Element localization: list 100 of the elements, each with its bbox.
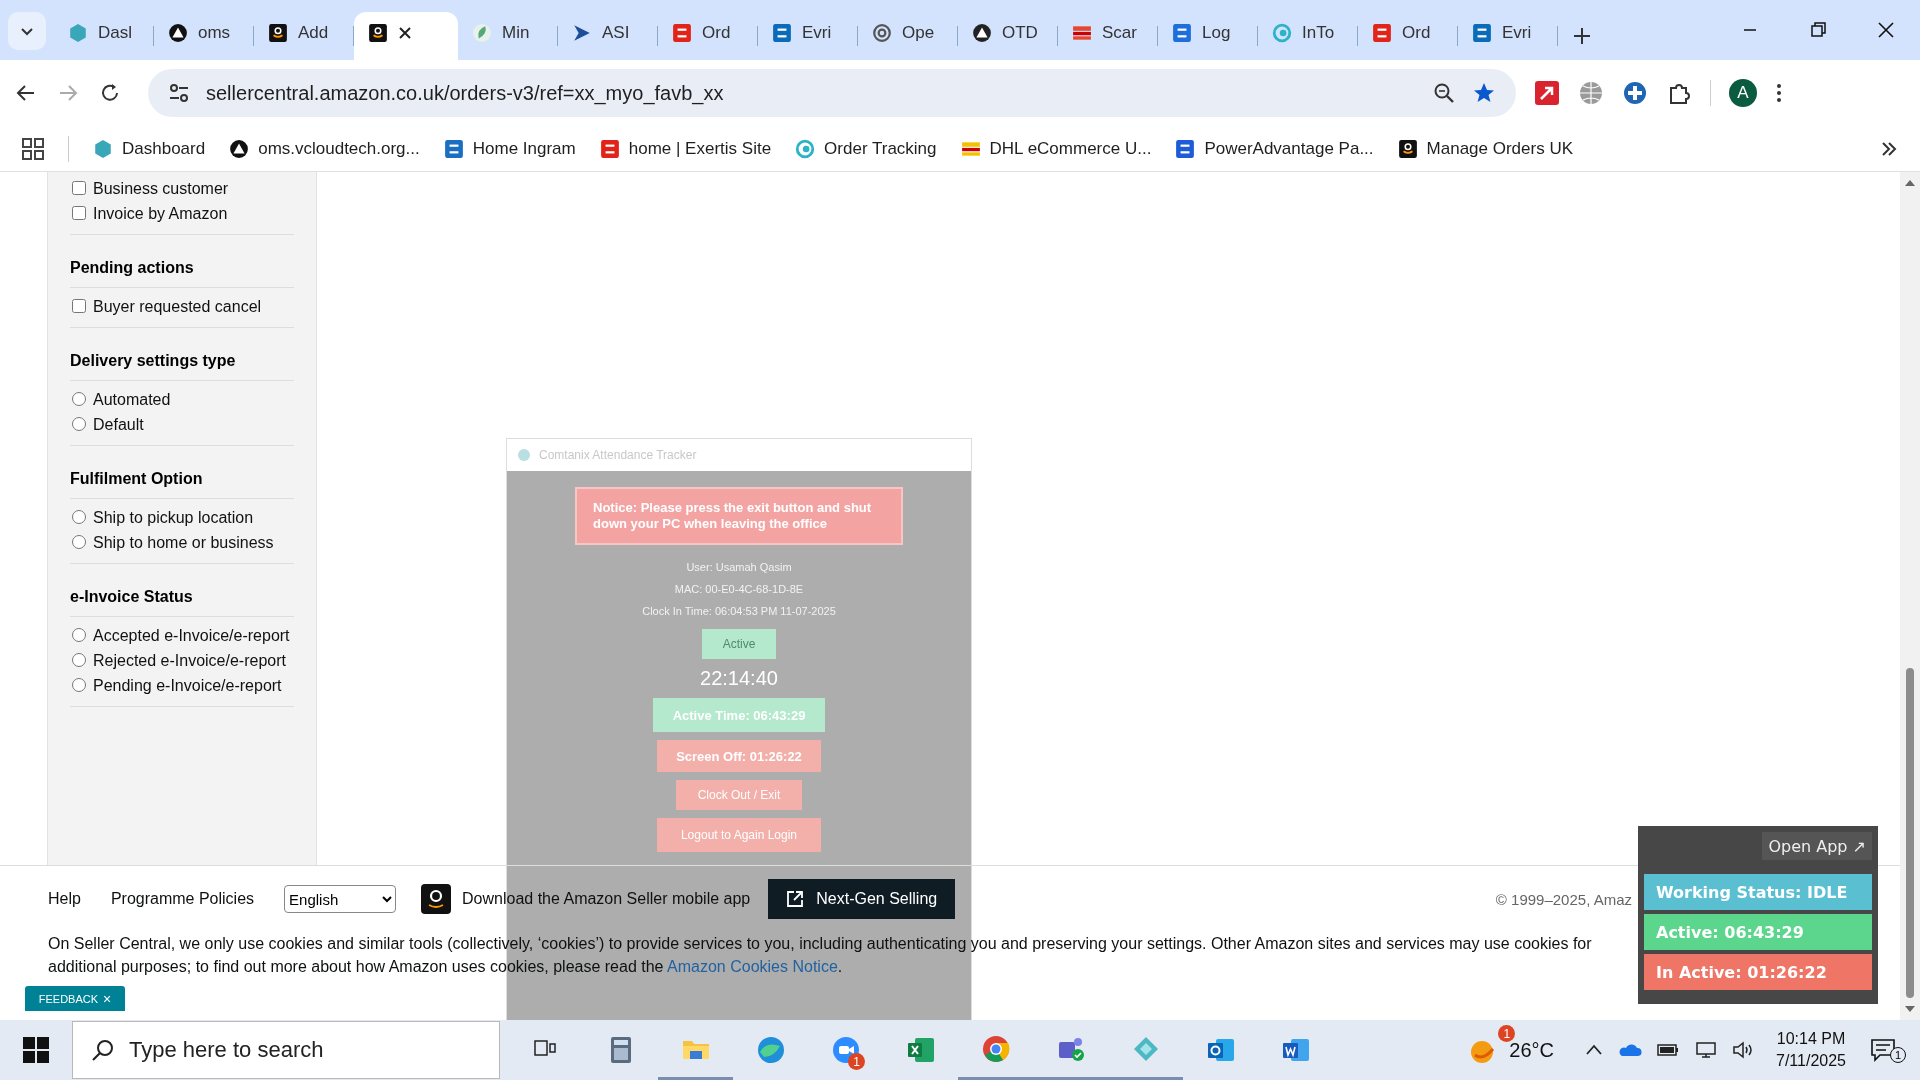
option-label: Invoice by Amazon [93,204,228,224]
option-label: Pending e-Invoice/e-report [93,676,282,696]
taskbar-search-field[interactable]: Type here to search [129,1022,499,1078]
mac-text: MAC: 00-E0-4C-68-1D-8E [674,583,804,595]
copyright-text: © 1999–2025, Amaz [1495,890,1632,908]
bookmark[interactable]: Order Tracking [795,138,937,159]
taskbar-app[interactable]: 1 [808,1020,883,1080]
radio-button[interactable] [72,678,86,692]
option-label: Automated [93,390,171,410]
external-link-icon [786,890,805,908]
status-bar: In Active: 01:26:22 [1644,954,1872,990]
square-icon [443,138,464,159]
status-bar: Working Status: IDLE [1644,874,1872,910]
cookie-notice: On Seller Central, we only use cookies and similar tools (collectively, ‘cookies’) to provide services to you, including authenticating you and preserving your settings. Other Amazon sites and services may use cookies for additional purposes; to find out more about how Amazon uses cookies, please read the Amazon Cookies Notice. [48,934,1593,977]
feedback-tab[interactable]: FEEDBACK × [25,986,125,1011]
open-app-button[interactable]: Open App ↗ [1762,832,1872,860]
notification-center-button[interactable]: 1 [1870,1037,1906,1063]
seller-app-icon [420,883,453,915]
square-icon [1175,138,1196,159]
radio-button[interactable] [72,510,86,524]
profile-avatar[interactable]: A [1729,79,1757,107]
chevron-icon [572,23,592,43]
taskbar-clock[interactable]: 10:14 PM 7/11/2025 [1776,1028,1846,1072]
spreadsheet-icon [905,1035,936,1065]
smile-logo-icon [368,23,388,43]
stripes-icon [1072,23,1092,43]
tab-search-button[interactable] [8,12,46,50]
status-bar: Active: 06:43:29 [1644,914,1872,950]
browser-tab[interactable]: Log [1158,12,1258,60]
new-tab-icon[interactable] [1572,26,1592,46]
leaf-icon [472,23,492,43]
browser-tab[interactable]: Ope [858,12,958,60]
browser-tab[interactable] [354,12,458,60]
browser-tab[interactable]: Ord [658,12,758,60]
radio-button[interactable] [72,628,86,642]
checkbox[interactable] [72,181,86,195]
radio-button[interactable] [72,417,86,431]
notice-banner: Notice: Please press the exit button and shut down your PC when leaving the office [575,487,903,545]
hexagon-icon [93,138,113,159]
user-text: User: Usamah Qasim [686,561,792,573]
radio-button[interactable] [72,392,86,406]
site-settings-icon[interactable] [168,82,190,104]
active-time-label: Active Time: 06:43:29 [653,698,825,732]
more-bookmarks-icon[interactable] [1880,139,1898,158]
smile-logo-icon [1397,138,1418,159]
zoom-icon[interactable] [1432,81,1456,105]
bookmark[interactable]: home | Exertis Site [599,138,772,159]
close-icon[interactable] [398,26,412,40]
more-menu-icon[interactable] [1775,81,1783,105]
option-label: Default [93,415,144,435]
browser-tab[interactable]: OTD [958,12,1058,60]
browser-tab[interactable]: Evri [1458,12,1558,60]
browser-tab[interactable]: ASI [558,12,658,60]
ring-icon [1272,23,1292,43]
checkbox[interactable] [72,206,86,220]
browser-tab[interactable]: InTo [1258,12,1358,60]
square-icon [599,138,620,159]
bookmark[interactable]: Home Ingram [443,138,576,159]
filter-heading: Delivery settings type [70,342,294,381]
speech-bubble-icon [1870,1037,1896,1063]
radio-button[interactable] [72,535,86,549]
bookmark[interactable]: Dashboard [93,138,206,159]
ring-icon [795,138,816,159]
browser-tab[interactable]: Min [458,12,558,60]
address-bar[interactable]: sellercentral.amazon.co.uk/orders-v3/ref=xx_myo_favb_xx [148,69,1516,117]
option-label: Business customer [93,179,229,199]
option-label: Buyer requested cancel [93,297,262,317]
option-label: Ship to pickup location [93,508,254,528]
hexagon-icon [68,23,88,43]
bookmark[interactable]: PowerAdvantage Pa... [1175,138,1374,159]
next-gen-selling-button[interactable]: Next-Gen Selling [768,879,956,919]
browser-tab[interactable]: Ord [1358,12,1458,60]
chrome-icon [980,1033,1011,1064]
browser-wave-icon [755,1035,786,1065]
arrow-extension-icon[interactable] [1534,80,1560,106]
clock-text: 22:14:40 [700,667,778,690]
checkbox[interactable] [72,299,86,313]
footer-link[interactable]: Help [48,890,81,908]
option-label: Ship to home or business [93,533,274,553]
browser-tab[interactable]: Evri [758,12,858,60]
square-icon [1372,23,1392,43]
browser-tab[interactable]: Dasl [54,12,154,60]
globe-icon[interactable] [1578,80,1604,106]
footer-link[interactable]: Programme Policies [110,890,255,908]
bookmark[interactable]: oms.vcloudtech.org... [229,138,420,159]
windows-start-icon[interactable] [23,1037,49,1063]
notification-badge: 1 [1498,1025,1516,1042]
app-promo-text: Download the Amazon Seller mobile app [462,890,751,908]
browser-tab[interactable]: oms [154,12,254,60]
browser-tab[interactable]: Scar [1058,12,1158,60]
bookmark[interactable]: Manage Orders UK [1397,138,1573,159]
clock-in-text: Clock In Time: 06:04:53 PM 11-07-2025 [642,605,836,617]
apps-grid-icon[interactable] [22,137,44,160]
bookmark[interactable]: DHL eCommerce U... [960,138,1152,159]
taskbar-search-box[interactable]: Type here to search [72,1021,500,1079]
browser-tab[interactable]: Add [254,12,354,60]
cross-circle-icon[interactable] [1622,80,1648,106]
radio-button[interactable] [72,653,86,667]
language-select[interactable]: English [284,885,397,913]
notification-badge: 1 [848,1053,865,1070]
